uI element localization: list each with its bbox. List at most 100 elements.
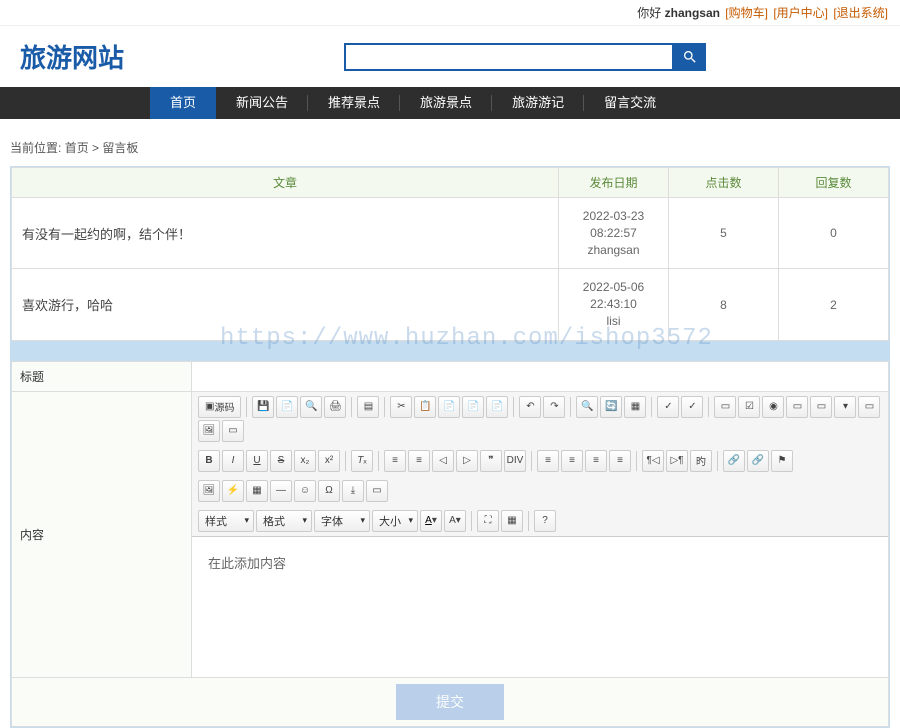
- flash-icon[interactable]: ⚡: [222, 480, 244, 502]
- post-date: 2022-05-06 22:43:10: [567, 279, 660, 313]
- col-clicks: 点击数: [669, 168, 779, 198]
- search-form: [344, 43, 706, 71]
- hr-icon[interactable]: —: [270, 480, 292, 502]
- ltr-icon[interactable]: ¶◁: [642, 450, 664, 472]
- rtl-icon[interactable]: ▷¶: [666, 450, 688, 472]
- unlink-icon[interactable]: 🔗: [747, 450, 769, 472]
- message-board-table: 文章 发布日期 点击数 回复数 有没有一起约的啊，结个伴！ 2022-03-23…: [11, 167, 889, 341]
- find-icon[interactable]: 🔍: [576, 396, 598, 418]
- anchor-icon[interactable]: ⚑: [771, 450, 793, 472]
- numbered-list-icon[interactable]: ≡: [384, 450, 406, 472]
- breadcrumb-sep: >: [92, 141, 99, 155]
- hidden-field-icon[interactable]: ▭: [222, 420, 244, 442]
- button-form-icon[interactable]: ▭: [858, 396, 880, 418]
- table-row[interactable]: 喜欢游行，哈哈 2022-05-06 22:43:10 lisi 8 2: [12, 269, 889, 340]
- nav-travel-notes[interactable]: 旅游游记: [492, 87, 584, 119]
- top-bar: 你好 zhangsan [购物车] [用户中心] [退出系统]: [0, 0, 900, 26]
- format-select[interactable]: 格式: [256, 510, 312, 532]
- cut-icon[interactable]: ✂: [390, 396, 412, 418]
- align-justify-icon[interactable]: ≡: [609, 450, 631, 472]
- textfield-icon[interactable]: ▭: [786, 396, 808, 418]
- font-select[interactable]: 字体: [314, 510, 370, 532]
- undo-icon[interactable]: ↶: [519, 396, 541, 418]
- nav-news[interactable]: 新闻公告: [216, 87, 308, 119]
- nav-messages[interactable]: 留言交流: [584, 87, 676, 119]
- logout-link[interactable]: [退出系统]: [833, 6, 888, 20]
- select-icon[interactable]: ▾: [834, 396, 856, 418]
- pagebreak-icon[interactable]: ⤓: [342, 480, 364, 502]
- replace-icon[interactable]: 🔄: [600, 396, 622, 418]
- strike-icon[interactable]: S: [270, 450, 292, 472]
- post-clicks: 8: [669, 269, 779, 340]
- radio-icon[interactable]: ◉: [762, 396, 784, 418]
- italic-icon[interactable]: I: [222, 450, 244, 472]
- bold-icon[interactable]: B: [198, 450, 220, 472]
- styles-select[interactable]: 样式: [198, 510, 254, 532]
- copy-icon[interactable]: 📋: [414, 396, 436, 418]
- save-icon[interactable]: 💾: [252, 396, 274, 418]
- nav-home[interactable]: 首页: [150, 87, 216, 119]
- image-icon[interactable]: 🖼: [198, 480, 220, 502]
- breadcrumb: 当前位置: 首页 > 留言板: [0, 119, 900, 166]
- preview-icon[interactable]: 🔍: [300, 396, 322, 418]
- table-icon[interactable]: ▦: [246, 480, 268, 502]
- select-all-icon[interactable]: ▦: [624, 396, 646, 418]
- blockquote-icon[interactable]: ❞: [480, 450, 502, 472]
- editor-content-area[interactable]: 在此添加内容: [192, 537, 888, 677]
- search-icon: [682, 49, 698, 65]
- breadcrumb-home[interactable]: 首页: [65, 141, 89, 155]
- user-center-link[interactable]: [用户中心]: [773, 6, 828, 20]
- text-color-icon[interactable]: A▾: [420, 510, 442, 532]
- indent-icon[interactable]: ▷: [456, 450, 478, 472]
- checkbox-icon[interactable]: ☑: [738, 396, 760, 418]
- align-right-icon[interactable]: ≡: [585, 450, 607, 472]
- bg-color-icon[interactable]: A▾: [444, 510, 466, 532]
- col-replies: 回复数: [779, 168, 889, 198]
- show-blocks-icon[interactable]: ▦: [501, 510, 523, 532]
- about-icon[interactable]: ?: [534, 510, 556, 532]
- new-page-icon[interactable]: 📄: [276, 396, 298, 418]
- source-button[interactable]: ▣ 源码: [198, 396, 241, 418]
- paste-word-icon[interactable]: 📄: [486, 396, 508, 418]
- post-title: 有没有一起约的啊，结个伴！: [12, 198, 559, 269]
- align-center-icon[interactable]: ≡: [561, 450, 583, 472]
- cart-link[interactable]: [购物车]: [725, 6, 768, 20]
- subscript-icon[interactable]: x₂: [294, 450, 316, 472]
- search-input[interactable]: [344, 43, 674, 71]
- post-section-header: 发表帖子: [11, 341, 889, 361]
- align-left-icon[interactable]: ≡: [537, 450, 559, 472]
- language-icon[interactable]: 旳: [690, 450, 712, 472]
- redo-icon[interactable]: ↷: [543, 396, 565, 418]
- title-input[interactable]: [192, 363, 888, 389]
- content-label: 内容: [12, 391, 192, 677]
- iframe-icon[interactable]: ▭: [366, 480, 388, 502]
- nav-spots[interactable]: 旅游景点: [400, 87, 492, 119]
- textarea-icon[interactable]: ▭: [810, 396, 832, 418]
- special-char-icon[interactable]: Ω: [318, 480, 340, 502]
- site-logo: 旅游网站: [20, 38, 124, 75]
- maximize-icon[interactable]: ⛶: [477, 510, 499, 532]
- print-icon[interactable]: 🖨: [324, 396, 346, 418]
- post-author: zhangsan: [567, 242, 660, 259]
- size-select[interactable]: 大小: [372, 510, 418, 532]
- nav-recommend[interactable]: 推荐景点: [308, 87, 400, 119]
- table-row[interactable]: 有没有一起约的啊，结个伴！ 2022-03-23 08:22:57 zhangs…: [12, 198, 889, 269]
- underline-icon[interactable]: U: [246, 450, 268, 472]
- link-icon[interactable]: 🔗: [723, 450, 745, 472]
- col-date: 发布日期: [559, 168, 669, 198]
- superscript-icon[interactable]: x²: [318, 450, 340, 472]
- image-button-icon[interactable]: 🖼: [198, 420, 220, 442]
- bullet-list-icon[interactable]: ≡: [408, 450, 430, 472]
- paste-icon[interactable]: 📄: [438, 396, 460, 418]
- outdent-icon[interactable]: ◁: [432, 450, 454, 472]
- spellcheck-icon[interactable]: ✓: [657, 396, 679, 418]
- remove-format-icon[interactable]: Tₓ: [351, 450, 373, 472]
- form-icon[interactable]: ▭: [714, 396, 736, 418]
- smiley-icon[interactable]: ☺: [294, 480, 316, 502]
- search-button[interactable]: [674, 43, 706, 71]
- submit-button[interactable]: 提交: [396, 684, 504, 720]
- template-icon[interactable]: ▤: [357, 396, 379, 418]
- paste-text-icon[interactable]: 📄: [462, 396, 484, 418]
- scayt-icon[interactable]: ✓: [681, 396, 703, 418]
- div-icon[interactable]: DIV: [504, 450, 526, 472]
